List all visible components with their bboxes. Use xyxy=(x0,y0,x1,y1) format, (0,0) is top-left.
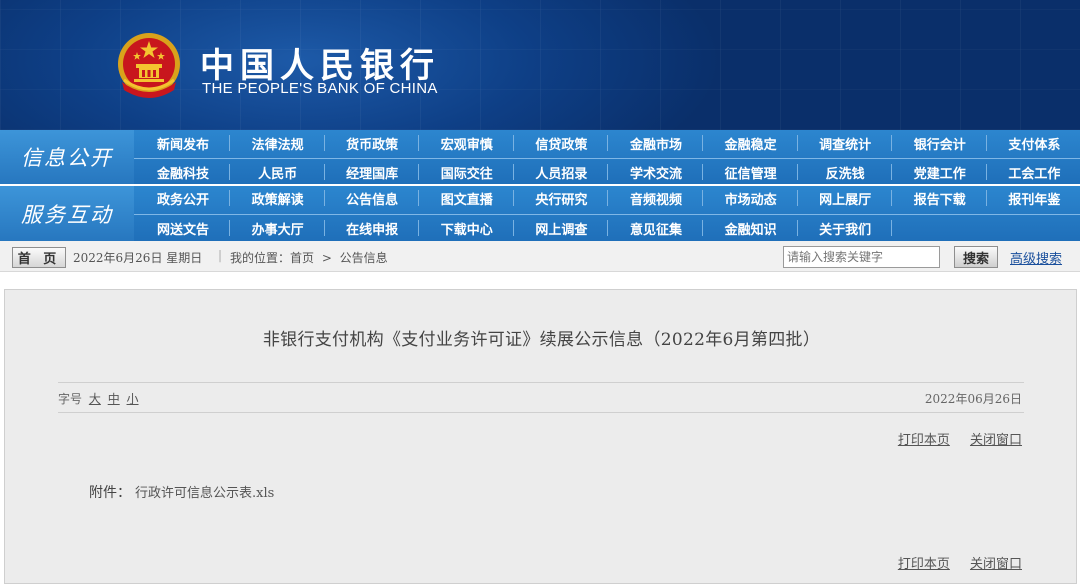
print-page-link[interactable]: 打印本页 xyxy=(898,433,950,448)
nav-item[interactable]: 金融知识 xyxy=(704,216,798,240)
font-medium-link[interactable]: 中 xyxy=(108,392,120,406)
close-window-link[interactable]: 关闭窗口 xyxy=(970,557,1022,572)
nav-item[interactable]: 金融市场 xyxy=(609,131,703,155)
nav-item[interactable]: 网送文告 xyxy=(136,216,230,240)
nav-section-title-info: 信息公开 xyxy=(0,130,134,184)
nav-item[interactable]: 政务公开 xyxy=(136,186,230,210)
nav-item[interactable]: 学术交流 xyxy=(609,160,703,184)
nav-item[interactable]: 调查统计 xyxy=(798,131,893,155)
nav-item[interactable]: 政策解读 xyxy=(231,186,325,210)
separator: | xyxy=(218,248,223,262)
nav-section-title-service: 服务互动 xyxy=(0,186,134,241)
nav-item[interactable]: 公告信息 xyxy=(325,186,420,210)
attachment-label: 附件： xyxy=(89,485,131,501)
nav-item[interactable]: 网上调查 xyxy=(514,216,609,240)
site-header: 中国人民银行 THE PEOPLE'S BANK OF CHINA xyxy=(0,0,1080,130)
attachment-file-link[interactable]: 行政许可信息公示表.xls xyxy=(135,486,274,501)
nav-row-divider xyxy=(134,158,1080,159)
home-button[interactable]: 首 页 xyxy=(12,247,66,268)
nav-item[interactable]: 工会工作 xyxy=(987,160,1080,184)
nav-item[interactable]: 人员招录 xyxy=(514,160,609,184)
article-title: 非银行支付机构《支付业务许可证》续展公示信息（2022年6月第四批） xyxy=(262,330,821,350)
nav-item[interactable]: 报告下载 xyxy=(893,186,987,210)
breadcrumb: 我的位置：首页 > 公告信息 xyxy=(230,251,388,265)
search-input[interactable] xyxy=(783,246,940,268)
nav-item[interactable]: 货币政策 xyxy=(325,131,420,155)
divider xyxy=(58,412,1024,413)
nav-item[interactable]: 法律法规 xyxy=(231,131,325,155)
nav-item[interactable]: 金融科技 xyxy=(136,160,230,184)
nav-item[interactable]: 信贷政策 xyxy=(514,131,609,155)
national-emblem-icon[interactable] xyxy=(114,30,184,102)
nav-item[interactable]: 宏观审慎 xyxy=(420,131,514,155)
logo-english-text[interactable]: THE PEOPLE'S BANK OF CHINA xyxy=(202,80,438,97)
nav-item[interactable]: 办事大厅 xyxy=(231,216,325,240)
close-window-link[interactable]: 关闭窗口 xyxy=(970,433,1022,448)
nav-item[interactable]: 网上展厅 xyxy=(798,186,893,210)
font-large-link[interactable]: 大 xyxy=(89,392,101,406)
nav-item[interactable]: 意见征集 xyxy=(609,216,703,240)
publish-date: 2022年06月26日 xyxy=(924,392,1022,406)
nav-item[interactable]: 图文直播 xyxy=(420,186,514,210)
advanced-search-link[interactable]: 高级搜索 xyxy=(1010,248,1062,267)
nav-item[interactable]: 市场动态 xyxy=(704,186,798,210)
info-bar: 首 页 2022年6月26日 星期日 | 我的位置：首页 > 公告信息 搜索 高… xyxy=(0,241,1080,272)
font-small-link[interactable]: 小 xyxy=(127,392,139,406)
font-size-controls: 字号 大 中 小 xyxy=(58,390,139,407)
nav-item[interactable]: 征信管理 xyxy=(704,160,798,184)
nav-item[interactable]: 金融稳定 xyxy=(704,131,798,155)
nav-item[interactable]: 银行会计 xyxy=(893,131,987,155)
nav-section-service: 服务互动 政务公开 政策解读 公告信息 图文直播 央行研究 音频视频 市场动态 网上展厅 报告下… xyxy=(0,186,1080,241)
nav-item[interactable]: 支付体系 xyxy=(987,131,1080,155)
nav-item[interactable]: 国际交往 xyxy=(420,160,514,184)
article-panel: 非银行支付机构《支付业务许可证》续展公示信息（2022年6月第四批） 字号 大 … xyxy=(4,289,1077,584)
nav-item[interactable]: 音频视频 xyxy=(609,186,703,210)
nav-item[interactable]: 人民币 xyxy=(231,160,325,184)
search-button[interactable]: 搜索 xyxy=(954,246,998,268)
divider xyxy=(58,382,1024,383)
nav-item[interactable]: 新闻发布 xyxy=(136,131,230,155)
nav-item[interactable]: 央行研究 xyxy=(514,186,609,210)
font-size-label: 字号 xyxy=(58,392,83,406)
print-close-links-top: 打印本页 关闭窗口 xyxy=(882,429,1022,448)
nav-item[interactable]: 反洗钱 xyxy=(798,160,893,184)
nav-item[interactable]: 关于我们 xyxy=(798,216,893,240)
print-page-link[interactable]: 打印本页 xyxy=(898,557,950,572)
nav-row-divider xyxy=(134,214,1080,215)
nav-item[interactable]: 党建工作 xyxy=(893,160,987,184)
nav-item[interactable]: 下载中心 xyxy=(420,216,514,240)
print-close-links-bottom: 打印本页 关闭窗口 xyxy=(882,553,1022,572)
current-date: 2022年6月26日 星期日 xyxy=(73,251,203,265)
nav-item[interactable]: 报刊年鉴 xyxy=(987,186,1080,210)
nav-item[interactable]: 在线申报 xyxy=(325,216,420,240)
main-navigation: 信息公开 新闻发布 法律法规 货币政策 宏观审慎 信贷政策 金融市场 金融稳定 调查统计 银行会… xyxy=(0,130,1080,241)
nav-item[interactable]: 经理国库 xyxy=(325,160,420,184)
nav-section-info-disclosure: 信息公开 新闻发布 法律法规 货币政策 宏观审慎 信贷政策 金融市场 金融稳定 调查统计 银行会… xyxy=(0,130,1080,184)
attachment: 附件： 行政许可信息公示表.xls xyxy=(89,482,274,502)
